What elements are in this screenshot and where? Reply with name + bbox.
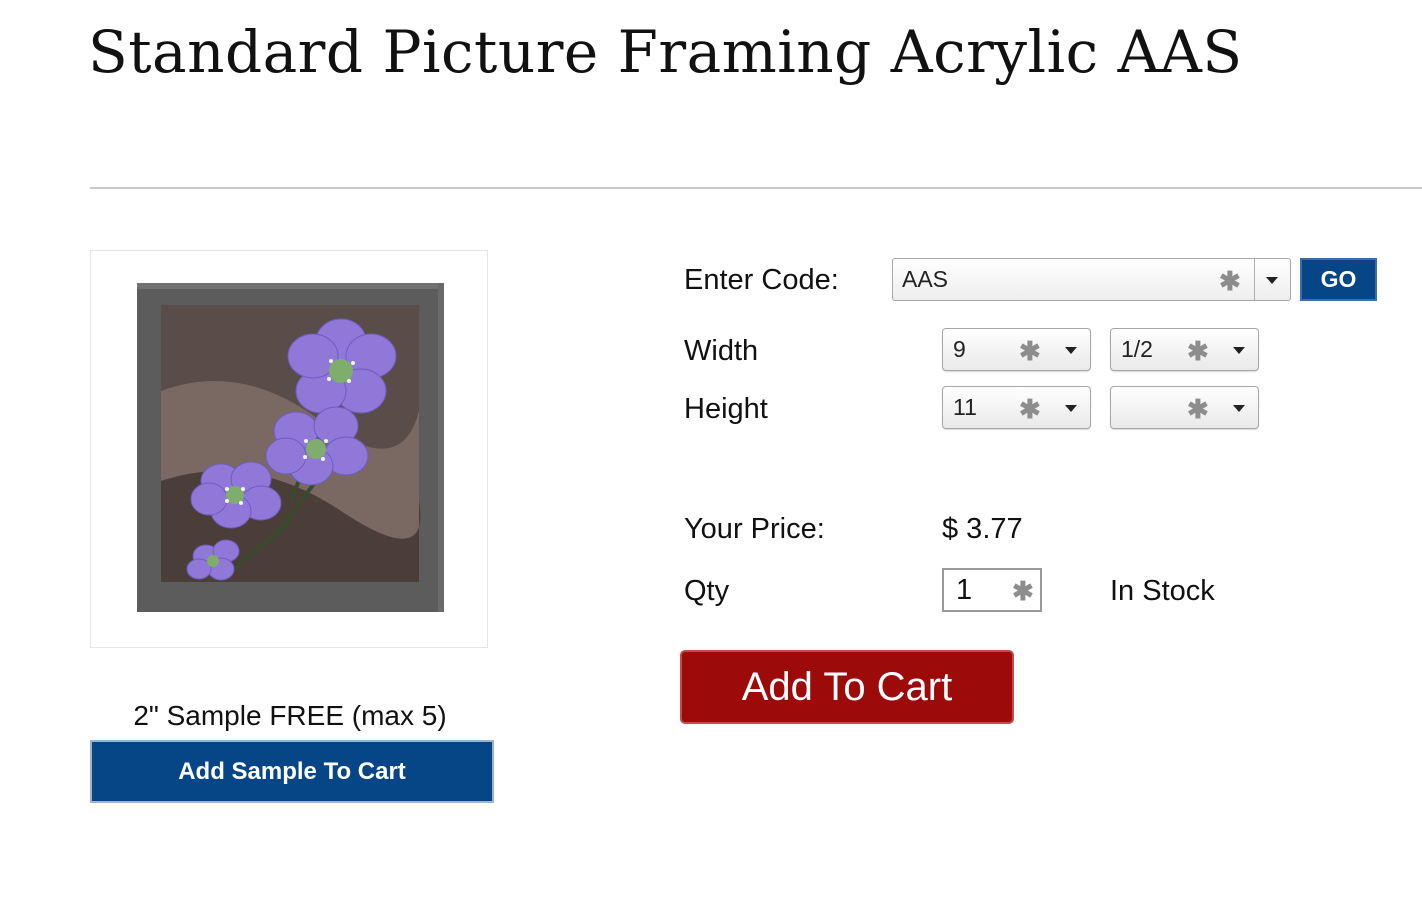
framed-flower-photo (137, 283, 444, 612)
qty-label: Qty (684, 575, 730, 607)
stock-status: In Stock (1110, 575, 1215, 607)
width-whole-select[interactable]: 9 ✱ (942, 328, 1091, 371)
code-dropdown-button[interactable] (1255, 259, 1290, 300)
height-fraction-select[interactable]: ✱ (1110, 386, 1259, 429)
add-sample-to-cart-button[interactable]: Add Sample To Cart (90, 740, 494, 803)
asterisk-icon: ✱ (1219, 266, 1241, 296)
divider (90, 187, 1422, 189)
product-code-combobox: ✱ (892, 258, 1291, 301)
price-value: $ 3.77 (942, 513, 1023, 545)
go-button[interactable]: GO (1300, 258, 1377, 301)
asterisk-icon: ✱ (1012, 576, 1034, 606)
height-label: Height (684, 393, 768, 425)
width-fraction-value: 1/2 (1121, 336, 1153, 362)
height-whole-value: 11 (953, 394, 977, 420)
product-image (90, 250, 488, 648)
asterisk-icon: ✱ (1019, 336, 1041, 366)
product-code-input[interactable] (893, 259, 1255, 300)
width-whole-value: 9 (953, 336, 966, 362)
your-price-label: Your Price: (684, 513, 825, 545)
caret-down-icon (1065, 347, 1077, 354)
width-label: Width (684, 335, 759, 367)
width-fraction-select[interactable]: 1/2 ✱ (1110, 328, 1259, 371)
asterisk-icon: ✱ (1187, 394, 1209, 424)
sample-offer-text: 2" Sample FREE (max 5) (133, 700, 447, 731)
asterisk-icon: ✱ (1019, 394, 1041, 424)
caret-down-icon (1065, 405, 1077, 412)
caret-down-icon (1233, 405, 1245, 412)
enter-code-label: Enter Code: (684, 264, 839, 296)
quantity-value: 1 (956, 574, 973, 606)
page-title: Standard Picture Framing Acrylic AAS (88, 18, 1243, 86)
caret-down-icon (1266, 277, 1278, 284)
caret-down-icon (1233, 347, 1245, 354)
asterisk-icon: ✱ (1187, 336, 1209, 366)
quantity-input[interactable]: 1 ✱ (942, 568, 1042, 612)
height-whole-select[interactable]: 11 ✱ (942, 386, 1091, 429)
add-to-cart-button[interactable]: Add To Cart (680, 650, 1014, 724)
